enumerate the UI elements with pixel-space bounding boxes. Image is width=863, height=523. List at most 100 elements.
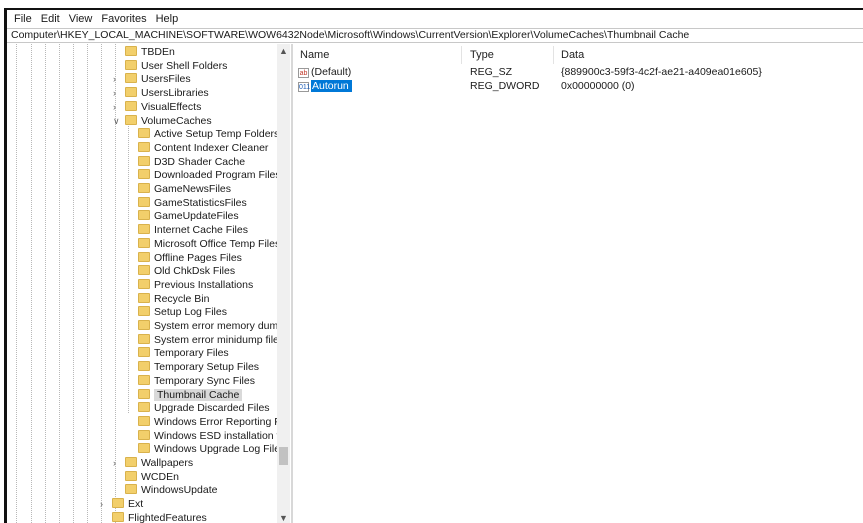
- tree-node-label: Wallpapers: [141, 457, 194, 469]
- tree-node[interactable]: Temporary Sync Files: [138, 374, 255, 389]
- tree-node-label: UsersLibraries: [141, 87, 209, 100]
- tree-node-label: Content Indexer Cleaner: [154, 141, 269, 154]
- tree-node-label: Thumbnail Cache: [154, 388, 243, 401]
- tree-node[interactable]: Microsoft Office Temp Files: [138, 237, 280, 252]
- tree-guide-lines: [7, 44, 129, 523]
- tree-node-label: Old ChkDsk Files: [154, 265, 236, 278]
- values-list: Name Type Data ab (Default) REG_SZ {889900c…: [293, 44, 863, 523]
- folder-icon: [125, 87, 137, 98]
- tree-node[interactable]: GameNewsFiles: [138, 183, 231, 197]
- tree-node[interactable]: Internet Cache Files: [138, 224, 248, 238]
- folder-icon: [125, 46, 137, 56]
- tree-node[interactable]: System error memory dump fil: [138, 320, 284, 334]
- tree-node-label: GameNewsFiles: [154, 183, 232, 195]
- tree-node-label: Offline Pages Files: [154, 251, 242, 264]
- folder-icon: [138, 128, 150, 139]
- tree-node[interactable]: System error minidump files: [138, 333, 284, 348]
- folder-icon: [138, 141, 150, 152]
- chevron-right-icon[interactable]: ›: [113, 73, 116, 87]
- tree-node[interactable]: Old ChkDsk Files: [138, 265, 235, 279]
- folder-icon: [138, 443, 150, 454]
- scroll-down-arrow-icon[interactable]: ▼: [277, 513, 290, 523]
- folder-icon: [138, 333, 150, 344]
- tree-node-label: Ext: [128, 498, 144, 511]
- column-header-data[interactable]: Data: [561, 47, 584, 63]
- chevron-down-icon[interactable]: ∨: [113, 115, 120, 129]
- address-bar[interactable]: Computer\HKEY_LOCAL_MACHINE\SOFTWARE\WOW…: [7, 28, 863, 43]
- scroll-up-arrow-icon[interactable]: ▲: [277, 46, 290, 56]
- folder-icon: [138, 402, 150, 413]
- folder-icon: [138, 374, 150, 385]
- tree-node[interactable]: Windows Error Reporting Files: [138, 415, 284, 430]
- tree-node[interactable]: GameStatisticsFiles: [138, 196, 247, 211]
- tree-node[interactable]: GameUpdateFiles: [138, 210, 239, 224]
- menu-help[interactable]: Help: [156, 13, 179, 25]
- tree-node[interactable]: Temporary Files: [138, 347, 229, 361]
- column-separator[interactable]: [553, 46, 554, 64]
- column-header-name[interactable]: Name: [300, 47, 329, 63]
- tree-node[interactable]: WCDEn: [125, 470, 179, 485]
- tree-node[interactable]: Active Setup Temp Folders: [138, 128, 279, 142]
- value-row[interactable]: ab (Default) REG_SZ {889900c3-59f3-4c2f-ae2…: [293, 65, 863, 79]
- tree-node[interactable]: › Ext: [100, 498, 144, 512]
- tree-node[interactable]: Thumbnail Cache: [138, 388, 243, 403]
- menu-favorites[interactable]: Favorites: [101, 13, 146, 25]
- tree-node[interactable]: › Wallpapers: [113, 457, 194, 471]
- tree-node-label: GameStatisticsFiles: [154, 196, 247, 209]
- tree-node[interactable]: WindowsUpdate: [125, 484, 217, 498]
- chevron-right-icon[interactable]: ›: [113, 87, 116, 101]
- tree-node[interactable]: Upgrade Discarded Files: [138, 402, 270, 416]
- value-data: 0x00000000 (0): [561, 80, 635, 92]
- value-name-cell: 011 Autorun: [298, 79, 352, 93]
- tree-node-label: Internet Cache Files: [154, 224, 248, 237]
- folder-icon: [125, 457, 137, 467]
- tree-node[interactable]: Recycle Bin: [138, 292, 209, 307]
- menu-view[interactable]: View: [69, 13, 93, 25]
- tree-node[interactable]: D3D Shader Cache: [138, 155, 245, 170]
- folder-icon: [138, 196, 150, 207]
- value-row[interactable]: 011 Autorun REG_DWORD 0x00000000 (0): [293, 79, 863, 93]
- tree-node[interactable]: › VisualEffects: [113, 100, 201, 115]
- tree-node[interactable]: Windows Upgrade Log Files: [138, 443, 284, 457]
- chevron-right-icon[interactable]: ›: [113, 457, 116, 471]
- folder-icon: [125, 73, 137, 84]
- column-header-type[interactable]: Type: [470, 47, 494, 63]
- tree-node-label: Temporary Sync Files: [154, 374, 255, 387]
- tree-node[interactable]: User Shell Folders: [125, 59, 227, 74]
- tree-node[interactable]: Temporary Setup Files: [138, 361, 259, 375]
- tree-node[interactable]: TBDEn: [125, 46, 175, 60]
- tree-node[interactable]: Windows ESD installation files: [138, 429, 284, 444]
- scrollbar-thumb[interactable]: [279, 447, 288, 465]
- value-type: REG_DWORD: [470, 80, 540, 92]
- tree-node[interactable]: Content Indexer Cleaner: [138, 141, 269, 156]
- tree-node[interactable]: Downloaded Program Files: [138, 169, 281, 183]
- menu-file[interactable]: File: [14, 13, 32, 25]
- folder-icon: [125, 59, 137, 70]
- tree-node-label: Windows ESD installation files: [154, 429, 284, 442]
- menu-edit[interactable]: Edit: [41, 13, 60, 25]
- tree-node[interactable]: FlightedFeatures: [112, 511, 207, 523]
- folder-icon: [138, 155, 150, 166]
- folder-icon: [138, 183, 150, 193]
- tree-node[interactable]: › UsersFiles: [113, 73, 191, 87]
- tree-scrollbar[interactable]: ▲ ▼: [277, 44, 290, 523]
- chevron-right-icon[interactable]: ›: [113, 101, 116, 115]
- folder-icon: [125, 100, 137, 111]
- tree-node-label: UsersFiles: [141, 73, 191, 86]
- tree-node[interactable]: ∨ VolumeCaches: [113, 114, 212, 129]
- folder-icon: [138, 292, 150, 303]
- chevron-right-icon[interactable]: ›: [100, 498, 103, 512]
- tree-node[interactable]: Previous Installations: [138, 278, 253, 293]
- folder-icon: [138, 251, 150, 262]
- folder-icon: [138, 224, 150, 235]
- folder-icon: [125, 484, 137, 495]
- tree-node[interactable]: Offline Pages Files: [138, 251, 242, 266]
- folder-icon: [138, 237, 150, 248]
- column-separator[interactable]: [461, 46, 462, 64]
- folder-icon: [138, 320, 150, 330]
- tree-node[interactable]: › UsersLibraries: [113, 87, 209, 101]
- folder-icon: [125, 470, 137, 481]
- value-name: (Default): [311, 66, 352, 78]
- tree-node[interactable]: Setup Log Files: [138, 306, 227, 320]
- tree-node-label: System error minidump files: [154, 333, 284, 346]
